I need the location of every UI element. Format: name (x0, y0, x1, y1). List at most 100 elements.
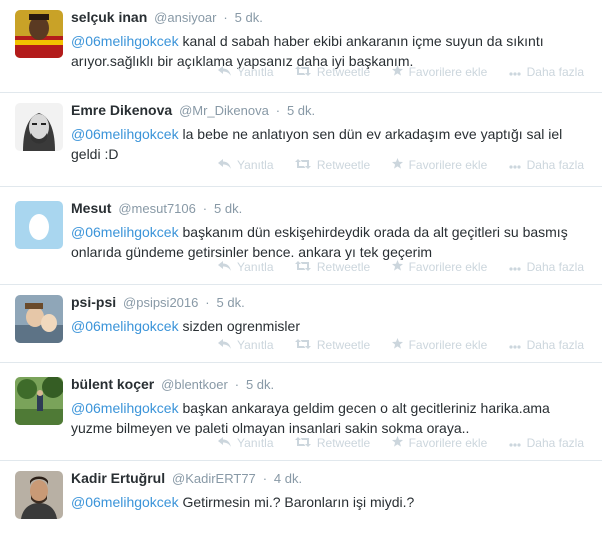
mention-link[interactable]: @06melihgokcek (71, 318, 179, 334)
more-dots-icon (509, 65, 521, 79)
default-egg-avatar-icon (15, 201, 63, 249)
favorite-button[interactable]: Favorilere ekle (391, 157, 487, 172)
tweet-time[interactable]: 5 dk. (217, 295, 245, 310)
retweet-button[interactable]: Retweetle (294, 337, 370, 352)
tweet-body: sizden ogrenmisler (178, 318, 300, 334)
separator-dot: · (234, 377, 240, 392)
avatar[interactable] (15, 201, 63, 249)
separator-dot: · (202, 201, 208, 216)
reply-icon (218, 260, 232, 274)
tweet-actions: Yanıtla Retweetle Favorilere ekle Daha f… (200, 337, 584, 352)
tweet-time[interactable]: 4 dk. (274, 471, 302, 486)
star-icon (391, 259, 403, 274)
user-fullname[interactable]: bülent koçer (71, 376, 154, 392)
tweet-header: Emre Dikenova @Mr_Dikenova · 5 dk. (71, 101, 587, 120)
user-fullname[interactable]: selçuk inan (71, 9, 147, 25)
user-handle[interactable]: @Mr_Dikenova (179, 103, 269, 118)
retweet-button[interactable]: Retweetle (294, 157, 370, 172)
mention-link[interactable]: @06melihgokcek (71, 224, 179, 240)
more-dots-icon (509, 436, 521, 450)
tweet-header: Kadir Ertuğrul @KadirERT77 · 4 dk. (71, 469, 587, 488)
tweet-text: @06melihgokcek Getirmesin mi.? Baronları… (71, 492, 587, 512)
separator-dot: · (205, 295, 210, 310)
user-handle[interactable]: @blentkoer (161, 377, 228, 392)
reply-button[interactable]: Yanıtla (218, 435, 274, 450)
tweet-item[interactable]: bülent koçer @blentkoer · 5 dk. @06melih… (0, 363, 602, 461)
reply-icon (218, 338, 232, 352)
tweet-item[interactable]: Kadir Ertuğrul @KadirERT77 · 4 dk. @06me… (0, 461, 602, 542)
reply-button[interactable]: Yanıtla (218, 259, 274, 274)
more-dots-icon (509, 338, 521, 352)
retweet-icon (294, 65, 311, 79)
tweet-time[interactable]: 5 dk. (235, 10, 263, 25)
separator-dot: · (223, 10, 228, 25)
retweet-icon (294, 436, 311, 450)
star-icon (391, 435, 403, 450)
mention-link[interactable]: @06melihgokcek (71, 126, 179, 142)
more-button[interactable]: Daha fazla (509, 64, 584, 79)
retweet-button[interactable]: Retweetle (294, 64, 370, 79)
tweet-text: @06melihgokcek başkan ankaraya geldim ge… (71, 398, 587, 438)
more-button[interactable]: Daha fazla (509, 435, 584, 450)
user-handle[interactable]: @ansiyoar (154, 10, 216, 25)
separator-dot: · (262, 471, 268, 486)
user-handle[interactable]: @psipsi2016 (123, 295, 198, 310)
separator-dot: · (275, 103, 281, 118)
tweet-time[interactable]: 5 dk. (287, 103, 315, 118)
tweet-actions: Yanıtla Retweetle Favorilere ekle Daha f… (200, 259, 584, 274)
tweet-text: @06melihgokcek başkanım dün eskişehirdey… (71, 222, 587, 262)
favorite-button[interactable]: Favorilere ekle (391, 337, 487, 352)
favorite-button[interactable]: Favorilere ekle (391, 259, 487, 274)
user-fullname[interactable]: Mesut (71, 200, 111, 216)
retweet-button[interactable]: Retweetle (294, 259, 370, 274)
retweet-icon (294, 338, 311, 352)
reply-button[interactable]: Yanıtla (218, 64, 274, 79)
star-icon (391, 337, 403, 352)
avatar[interactable] (15, 471, 63, 519)
more-button[interactable]: Daha fazla (509, 259, 584, 274)
star-icon (391, 157, 403, 172)
reply-icon (218, 436, 232, 450)
more-button[interactable]: Daha fazla (509, 157, 584, 172)
mention-link[interactable]: @06melihgokcek (71, 494, 179, 510)
tweet-time[interactable]: 5 dk. (246, 377, 274, 392)
reply-icon (218, 65, 232, 79)
user-handle[interactable]: @mesut7106 (118, 201, 196, 216)
retweet-button[interactable]: Retweetle (294, 435, 370, 450)
more-dots-icon (509, 158, 521, 172)
avatar[interactable] (15, 295, 63, 343)
retweet-icon (294, 260, 311, 274)
tweet-text: @06melihgokcek sizden ogrenmisler (71, 316, 587, 336)
reply-button[interactable]: Yanıtla (218, 337, 274, 352)
tweet-actions: Yanıtla Retweetle Favorilere ekle Daha f… (200, 157, 584, 172)
user-handle[interactable]: @KadirERT77 (172, 471, 256, 486)
avatar[interactable] (15, 103, 63, 151)
mention-link[interactable]: @06melihgokcek (71, 33, 179, 49)
reply-button[interactable]: Yanıtla (218, 157, 274, 172)
more-button[interactable]: Daha fazla (509, 337, 584, 352)
reply-icon (218, 158, 232, 172)
tweet-header: bülent koçer @blentkoer · 5 dk. (71, 375, 587, 394)
tweet-actions: Yanıtla Retweetle Favorilere ekle Daha f… (200, 435, 584, 450)
tweet-header: Mesut @mesut7106 · 5 dk. (71, 199, 587, 218)
tweet-item[interactable]: Mesut @mesut7106 · 5 dk. @06melihgokcek … (0, 187, 602, 285)
tweet-item[interactable]: Emre Dikenova @Mr_Dikenova · 5 dk. @06me… (0, 93, 602, 187)
more-dots-icon (509, 260, 521, 274)
favorite-button[interactable]: Favorilere ekle (391, 64, 487, 79)
avatar[interactable] (15, 377, 63, 425)
favorite-button[interactable]: Favorilere ekle (391, 435, 487, 450)
tweet-timeline: selçuk inan @ansiyoar · 5 dk. @06melihgo… (0, 0, 602, 542)
mention-link[interactable]: @06melihgokcek (71, 400, 179, 416)
retweet-icon (294, 158, 311, 172)
star-icon (391, 64, 403, 79)
tweet-actions: Yanıtla Retweetle Favorilere ekle Daha f… (200, 64, 584, 79)
avatar[interactable] (15, 10, 63, 58)
tweet-time[interactable]: 5 dk. (214, 201, 242, 216)
tweet-item[interactable]: psi-psi @psipsi2016 · 5 dk. @06melihgokc… (0, 285, 602, 363)
tweet-item[interactable]: selçuk inan @ansiyoar · 5 dk. @06melihgo… (0, 0, 602, 93)
user-fullname[interactable]: psi-psi (71, 294, 116, 310)
tweet-header: selçuk inan @ansiyoar · 5 dk. (71, 8, 587, 27)
tweet-body: Getirmesin mi.? Baronların işi miydi.? (178, 494, 415, 510)
user-fullname[interactable]: Kadir Ertuğrul (71, 470, 165, 486)
user-fullname[interactable]: Emre Dikenova (71, 102, 172, 118)
